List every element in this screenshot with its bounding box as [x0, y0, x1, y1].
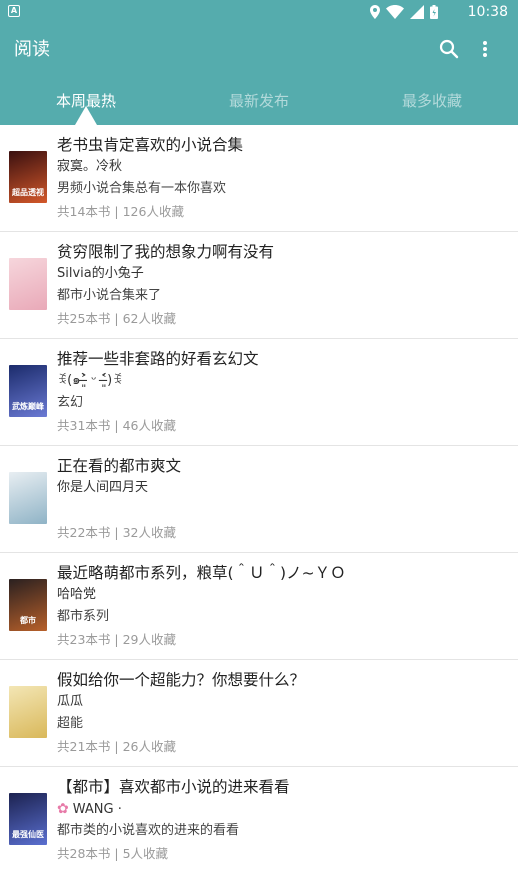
signal-icon	[410, 5, 424, 19]
status-time: 10:38	[467, 4, 508, 20]
list-author: 哈哈党	[57, 587, 97, 602]
list-item[interactable]: 正在看的都市爽文 你是人间四月天 共22本书 | 32人收藏	[0, 446, 518, 553]
more-vert-icon[interactable]	[478, 38, 492, 60]
list-description: 都市系列	[57, 609, 110, 624]
list-item[interactable]: 超品透视 老书虫肯定喜欢的小说合集 寂寞。冷秋 男频小说合集总有一本你喜欢 共1…	[0, 125, 518, 232]
list-description: 超能	[57, 716, 84, 731]
list-title: 正在看的都市爽文	[57, 457, 182, 475]
list-author: ✿ WANG ·	[57, 801, 122, 817]
book-cover	[9, 686, 47, 738]
list-meta: 共14本书 | 126人收藏	[57, 204, 184, 219]
list-description: 都市类的小说喜欢的进来的看看	[57, 823, 240, 838]
list-item[interactable]: 最强仙医 【都市】喜欢都市小说的进来看看 ✿ WANG · 都市类的小说喜欢的进来…	[0, 767, 518, 870]
book-cover: 都市	[9, 579, 47, 631]
list-author: ꉂ(๑˃̶͈̀ ᵕ ˂̶͈́)ꉂ	[57, 373, 123, 388]
list-description: 都市小说合集来了	[57, 288, 162, 303]
book-cover	[9, 258, 47, 310]
tab-latest[interactable]: 最新发布	[172, 78, 346, 125]
list-title: 贫穷限制了我的想象力啊有没有	[57, 243, 275, 261]
list-meta: 共31本书 | 46人收藏	[57, 418, 176, 433]
list-description: 玄幻	[57, 395, 84, 410]
list-meta: 共22本书 | 32人收藏	[57, 525, 176, 540]
status-bar: A 10:38	[0, 0, 518, 24]
page-title: 阅读	[14, 39, 50, 60]
flower-icon: ✿	[57, 801, 69, 817]
list-title: 老书虫肯定喜欢的小说合集	[57, 136, 244, 154]
list-title: 假如给你一个超能力？你想要什么？	[57, 671, 306, 689]
tab-indicator	[75, 106, 97, 125]
app-bar: A 10:38 阅读 本周最热 最新发布 最多收藏	[0, 0, 518, 125]
list-item[interactable]: 武炼巅峰 推荐一些非套路的好看玄幻文 ꉂ(๑˃̶͈̀ ᵕ ˂̶͈́)ꉂ 玄幻 共…	[0, 339, 518, 446]
search-icon[interactable]	[438, 38, 460, 60]
status-icons	[370, 4, 438, 20]
list-item[interactable]: 都市 最近略萌都市系列，粮草(＾Ｕ＾)ノ~ＹＯ 哈哈党 都市系列 共23本书 |…	[0, 553, 518, 660]
list-item[interactable]: 假如给你一个超能力？你想要什么？ 瓜瓜 超能 共21本书 | 26人收藏	[0, 660, 518, 767]
list-item[interactable]: 贫穷限制了我的想象力啊有没有 Silvia的小兔子 都市小说合集来了 共25本书…	[0, 232, 518, 339]
battery-icon	[430, 5, 438, 19]
list-description: 男频小说合集总有一本你喜欢	[57, 181, 227, 196]
wifi-icon	[386, 5, 404, 19]
tab-most-favorited[interactable]: 最多收藏	[346, 78, 518, 125]
list-meta: 共28本书 | 5人收藏	[57, 846, 169, 861]
book-cover: 超品透视	[9, 151, 47, 203]
list-author: 你是人间四月天	[57, 480, 149, 495]
list-title: 最近略萌都市系列，粮草(＾Ｕ＾)ノ~ＹＯ	[57, 564, 346, 582]
list-meta: 共23本书 | 29人收藏	[57, 632, 176, 647]
location-icon	[370, 5, 380, 19]
book-cover	[9, 472, 47, 524]
list-meta: 共25本书 | 62人收藏	[57, 311, 176, 326]
notification-icon: A	[8, 5, 20, 17]
list-meta: 共21本书 | 26人收藏	[57, 739, 176, 754]
list-title: 【都市】喜欢都市小说的进来看看	[57, 778, 290, 796]
list-author: 寂寞。冷秋	[57, 159, 123, 174]
book-cover: 最强仙医	[9, 793, 47, 845]
list-author: 瓜瓜	[57, 694, 84, 709]
list-title: 推荐一些非套路的好看玄幻文	[57, 350, 259, 368]
list-author: Silvia的小兔子	[57, 266, 144, 281]
book-cover: 武炼巅峰	[9, 365, 47, 417]
